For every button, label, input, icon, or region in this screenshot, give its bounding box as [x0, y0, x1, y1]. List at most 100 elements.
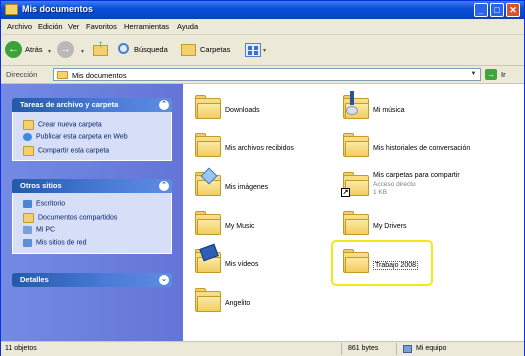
- collapse-chevron-icon[interactable]: ⌃: [159, 100, 169, 110]
- go-button[interactable]: Ir: [501, 70, 506, 79]
- up-folder-button[interactable]: ↑: [93, 39, 111, 59]
- folder-icon: [195, 210, 221, 236]
- file-name: Angelito: [225, 300, 251, 307]
- task-pane: Tareas de archivo y carpeta ⌃ Crear nuev…: [1, 84, 183, 341]
- folder-icon: [195, 94, 221, 120]
- share-folder-icon: [23, 146, 34, 156]
- menu-edicion[interactable]: Edición: [38, 22, 63, 31]
- place-shared-docs[interactable]: Documentos compartidos: [23, 213, 117, 223]
- views-icon: [245, 43, 261, 57]
- folders-label: Carpetas: [200, 45, 231, 54]
- details-title: Detalles: [20, 275, 49, 284]
- file-name: Mis imágenes: [225, 184, 269, 191]
- file-tasks-header[interactable]: Tareas de archivo y carpeta ⌃: [12, 98, 172, 112]
- place-network[interactable]: Mis sitios de red: [23, 239, 87, 247]
- shortcut-icon: ↗: [341, 171, 369, 197]
- search-icon: [118, 43, 129, 54]
- folders-icon: [181, 44, 196, 56]
- file-name: Downloads: [225, 107, 260, 114]
- address-dropdown-icon[interactable]: ▼: [468, 70, 479, 79]
- other-places-header[interactable]: Otros sitios ⌃: [12, 179, 172, 193]
- file-tasks-panel: Tareas de archivo y carpeta ⌃ Crear nuev…: [12, 98, 172, 161]
- file-name: Mi música: [373, 107, 405, 114]
- file-name: Mis historiales de conversación: [373, 145, 471, 152]
- videos-folder-icon: [195, 243, 221, 274]
- folder-icon: [57, 71, 68, 79]
- maximize-button[interactable]: □: [490, 3, 504, 17]
- folder-icon: [5, 4, 18, 15]
- minimize-button[interactable]: _: [474, 3, 488, 17]
- views-button[interactable]: ▾: [245, 41, 269, 59]
- file-name: Mis vídeos: [225, 261, 259, 268]
- toolbar: ← Atrás ▾ → ▾ ↑ Búsqueda Carpetas ▾: [1, 35, 524, 66]
- views-dropdown-icon: ▾: [263, 48, 267, 54]
- status-divider: [341, 343, 342, 355]
- task-publish-web[interactable]: Publicar esta carpeta en Web: [23, 133, 128, 141]
- menu-herramientas[interactable]: Herramientas: [124, 22, 169, 31]
- total-size: 861 bytes: [348, 345, 379, 352]
- back-label: Atrás: [25, 45, 43, 54]
- object-count: 11 objetos: [5, 345, 37, 352]
- task-share-folder[interactable]: Compartir esta carpeta: [23, 146, 109, 156]
- file-view: Downloads Mi música Mis archivos recibid…: [183, 84, 524, 341]
- menu-ver[interactable]: Ver: [68, 22, 79, 31]
- place-desktop[interactable]: Escritorio: [23, 200, 65, 208]
- folder-icon: [195, 132, 221, 158]
- computer-icon: [403, 345, 412, 353]
- menu-ayuda[interactable]: Ayuda: [177, 22, 198, 31]
- menu-archivo[interactable]: Archivo: [7, 22, 32, 31]
- back-dropdown-icon[interactable]: ▾: [48, 48, 51, 55]
- back-button[interactable]: ← Atrás: [5, 41, 45, 59]
- other-places-title: Otros sitios: [20, 181, 62, 190]
- expand-chevron-icon[interactable]: ⌄: [159, 275, 169, 285]
- location-label: Mi equipo: [416, 345, 447, 352]
- music-folder-icon: [343, 91, 369, 120]
- address-bar: Dirección Mis documentos ▼ → Ir: [1, 66, 524, 84]
- task-label: Publicar esta carpeta en Web: [36, 133, 128, 141]
- address-value: Mis documentos: [72, 71, 127, 80]
- search-label: Búsqueda: [134, 45, 168, 54]
- task-new-folder[interactable]: Crear nueva carpeta: [23, 120, 102, 130]
- address-label: Dirección: [6, 70, 38, 79]
- shared-folder-icon: [23, 213, 34, 223]
- up-arrow-icon: ↑: [98, 39, 103, 50]
- status-bar: 11 objetos 861 bytes Mi equipo: [1, 341, 524, 356]
- file-name: Mis carpetas para compartir: [373, 172, 460, 179]
- file-name: My Music: [225, 223, 255, 230]
- search-button[interactable]: Búsqueda: [118, 41, 178, 59]
- address-input[interactable]: Mis documentos ▼: [53, 68, 481, 81]
- globe-icon: [23, 133, 32, 141]
- explorer-window: Mis documentos _ □ ✕ Archivo Edición Ver…: [0, 0, 525, 356]
- forward-dropdown-icon[interactable]: ▾: [81, 48, 84, 55]
- file-size: 1 KB: [373, 189, 388, 196]
- pictures-folder-icon: [195, 167, 221, 197]
- menu-bar: Archivo Edición Ver Favoritos Herramient…: [1, 19, 524, 51]
- task-label: Compartir esta carpeta: [38, 147, 110, 155]
- file-tasks-title: Tareas de archivo y carpeta: [20, 100, 119, 109]
- forward-arrow-icon: →: [57, 41, 74, 58]
- place-label: Mis sitios de red: [36, 239, 87, 247]
- place-label: Escritorio: [36, 200, 66, 208]
- collapse-chevron-icon[interactable]: ⌃: [159, 181, 169, 191]
- close-button[interactable]: ✕: [506, 3, 520, 17]
- highlight-box: [331, 240, 433, 286]
- desktop-icon: [23, 200, 32, 208]
- title-bar[interactable]: Mis documentos _ □ ✕: [1, 1, 524, 19]
- folder-icon: [343, 132, 369, 158]
- folders-button[interactable]: Carpetas: [181, 41, 241, 59]
- menu-favoritos[interactable]: Favoritos: [86, 22, 117, 31]
- place-label: Documentos compartidos: [38, 214, 118, 222]
- place-my-pc[interactable]: Mi PC: [23, 226, 55, 234]
- file-name: Mis archivos recibidos: [225, 145, 294, 152]
- status-divider: [396, 343, 397, 355]
- back-arrow-icon: ←: [5, 41, 22, 58]
- place-label: Mi PC: [36, 226, 56, 234]
- forward-button[interactable]: →: [57, 41, 77, 59]
- other-places-panel: Otros sitios ⌃ Escritorio Documentos com…: [12, 179, 172, 254]
- network-icon: [23, 239, 32, 247]
- details-panel: Detalles ⌄: [12, 273, 172, 287]
- computer-icon: [23, 226, 32, 234]
- details-header[interactable]: Detalles ⌄: [12, 273, 172, 287]
- go-arrow-icon[interactable]: →: [485, 69, 497, 80]
- folder-icon: [343, 210, 369, 236]
